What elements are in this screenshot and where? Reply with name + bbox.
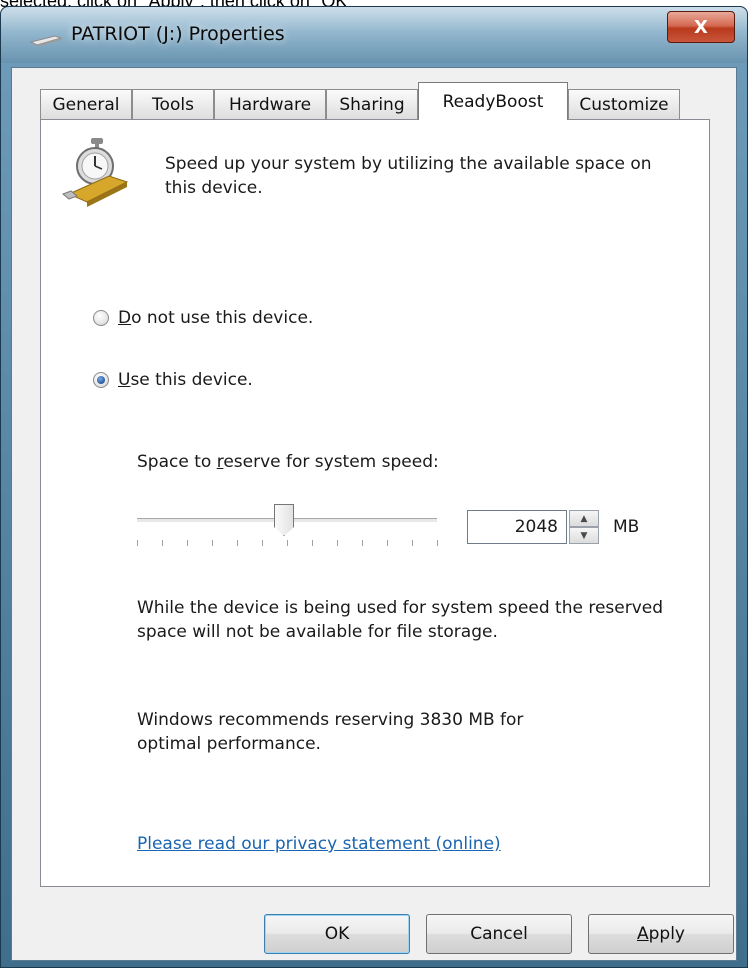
readyboost-panel: Speed up your system by utilizing the av… xyxy=(40,119,710,887)
radio-do-not-use-device[interactable]: Do not use this device. xyxy=(93,308,313,328)
spinner-up-icon[interactable]: ▲ xyxy=(569,510,599,527)
reserve-space-spinner: 2048 ▲ ▼ MB xyxy=(467,510,639,544)
slider-tick xyxy=(362,540,363,546)
radio-unchecked-icon[interactable] xyxy=(93,310,109,326)
slider-tick xyxy=(337,540,338,546)
ok-button[interactable]: OK xyxy=(264,914,410,954)
slider-tick xyxy=(237,540,238,546)
spinner-down-icon[interactable]: ▼ xyxy=(569,527,599,544)
slider-tick xyxy=(212,540,213,546)
privacy-statement-link[interactable]: Please read our privacy statement (onlin… xyxy=(137,834,501,854)
tab-readyboost[interactable]: ReadyBoost xyxy=(418,82,568,120)
reserve-size-input[interactable]: 2048 xyxy=(467,510,567,544)
reserve-unit-label: MB xyxy=(613,517,640,537)
apply-button[interactable]: Apply xyxy=(588,914,734,954)
slider-thumb[interactable] xyxy=(274,504,294,536)
slider-tick xyxy=(162,540,163,546)
window-title: PATRIOT (J:) Properties xyxy=(71,23,285,45)
close-button[interactable]: X xyxy=(667,11,735,43)
spinner-buttons: ▲ ▼ xyxy=(569,510,599,544)
radio-do-not-use-label: Do not use this device. xyxy=(118,308,314,328)
slider-tick xyxy=(412,540,413,546)
storage-note: While the device is being used for syste… xyxy=(137,598,664,642)
dialog-client-area: General Tools Hardware Sharing ReadyBoos… xyxy=(11,67,737,961)
tab-sharing[interactable]: Sharing xyxy=(326,89,418,119)
slider-tick xyxy=(387,540,388,546)
slider-tick xyxy=(187,540,188,546)
usb-drive-icon xyxy=(29,35,63,47)
tab-hardware[interactable]: Hardware xyxy=(214,89,326,119)
readyboost-description: Speed up your system by utilizing the av… xyxy=(165,154,652,198)
reserve-space-label: Space to reserve for system speed: xyxy=(137,452,439,472)
properties-window: PATRIOT (J:) Properties X General Tools … xyxy=(0,6,748,968)
close-icon: X xyxy=(694,16,708,38)
slider-tick xyxy=(137,540,138,546)
cancel-button[interactable]: Cancel xyxy=(426,914,572,954)
slider-tick xyxy=(262,540,263,546)
tab-tools[interactable]: Tools xyxy=(132,89,214,119)
title-bar[interactable]: PATRIOT (J:) Properties X xyxy=(1,7,747,63)
slider-tick xyxy=(312,540,313,546)
reserve-space-slider[interactable] xyxy=(137,502,438,546)
readyboost-stopwatch-icon xyxy=(62,138,129,207)
slider-tick xyxy=(287,540,288,546)
radio-use-label: Use this device. xyxy=(118,370,253,390)
radio-checked-icon[interactable] xyxy=(93,372,109,388)
radio-use-device[interactable]: Use this device. xyxy=(93,370,253,390)
tab-customize[interactable]: Customize xyxy=(568,89,680,119)
slider-ticks xyxy=(137,540,438,550)
recommendation-text: Windows recommends reserving 3830 MB for… xyxy=(137,710,524,754)
tab-general[interactable]: General xyxy=(40,89,132,119)
slider-tick xyxy=(437,540,438,546)
